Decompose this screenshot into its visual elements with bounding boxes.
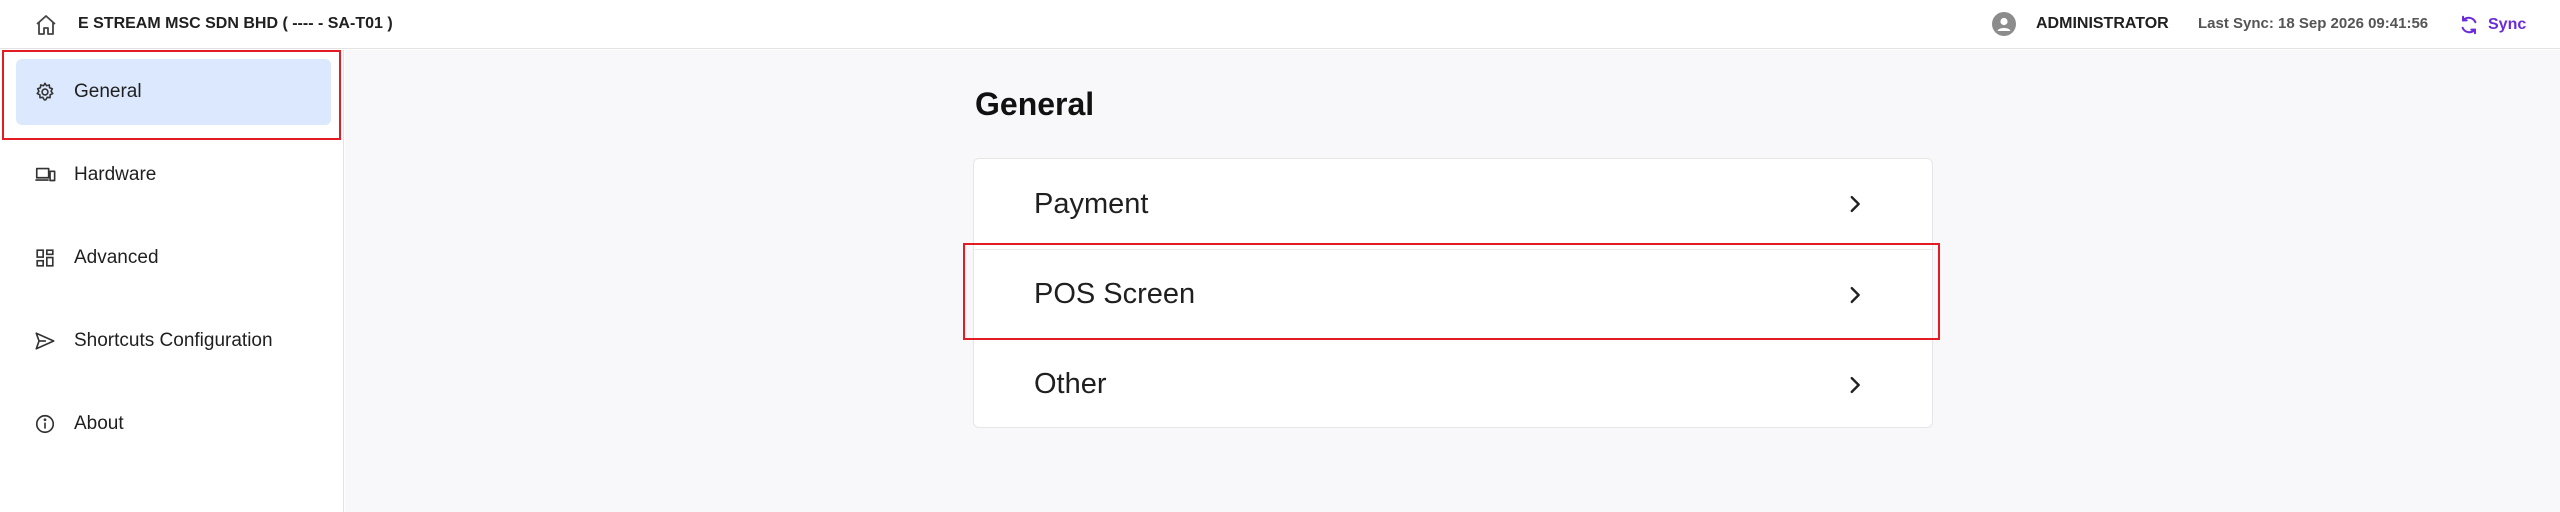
sync-icon xyxy=(2461,15,2477,35)
sidebar-item-label: General xyxy=(74,81,142,102)
sidebar-item-label: About xyxy=(74,413,124,434)
settings-card: Payment POS Screen Other xyxy=(973,158,1933,428)
sidebar-item-general[interactable]: General xyxy=(16,59,331,125)
settings-row-label: Payment xyxy=(1034,187,1149,220)
devices-icon xyxy=(34,164,56,186)
sidebar-item-label: Advanced xyxy=(74,247,159,268)
home-icon[interactable] xyxy=(34,13,58,37)
send-icon xyxy=(34,330,56,352)
settings-row-payment[interactable]: Payment xyxy=(974,159,1932,249)
sidebar: General Hardware Advanced Shortcuts Conf… xyxy=(0,50,344,512)
settings-row-pos-screen[interactable]: POS Screen xyxy=(974,249,1932,339)
last-sync-text: Last Sync: 18 Sep 2026 09:41:56 xyxy=(2198,15,2429,32)
sidebar-item-label: Shortcuts Configuration xyxy=(74,330,273,351)
settings-row-other[interactable]: Other xyxy=(974,339,1932,429)
chevron-right-icon xyxy=(1844,284,1866,306)
info-icon xyxy=(34,413,56,435)
user-avatar-icon xyxy=(1992,12,2016,36)
sidebar-item-label: Hardware xyxy=(74,164,157,185)
settings-row-label: Other xyxy=(1034,368,1107,400)
sidebar-item-shortcuts-configuration[interactable]: Shortcuts Configuration xyxy=(16,308,331,374)
top-bar: E STREAM MSC SDN BHD ( ---- - SA-T01 ) A… xyxy=(0,0,2560,49)
sync-label: Sync xyxy=(2488,16,2527,33)
settings-row-label: POS Screen xyxy=(1034,278,1196,310)
sync-button[interactable]: Sync xyxy=(2458,11,2526,39)
sidebar-item-about[interactable]: About xyxy=(16,391,331,457)
grid-icon xyxy=(34,247,56,269)
gear-icon xyxy=(34,81,56,103)
sidebar-item-advanced[interactable]: Advanced xyxy=(16,225,331,291)
page-title: General xyxy=(975,86,1095,122)
chevron-right-icon xyxy=(1844,374,1866,396)
company-title: E STREAM MSC SDN BHD ( ---- - SA-T01 ) xyxy=(78,15,393,32)
chevron-right-icon xyxy=(1844,193,1866,215)
sidebar-item-hardware[interactable]: Hardware xyxy=(16,142,331,208)
user-name: ADMINISTRATOR xyxy=(2036,15,2169,32)
